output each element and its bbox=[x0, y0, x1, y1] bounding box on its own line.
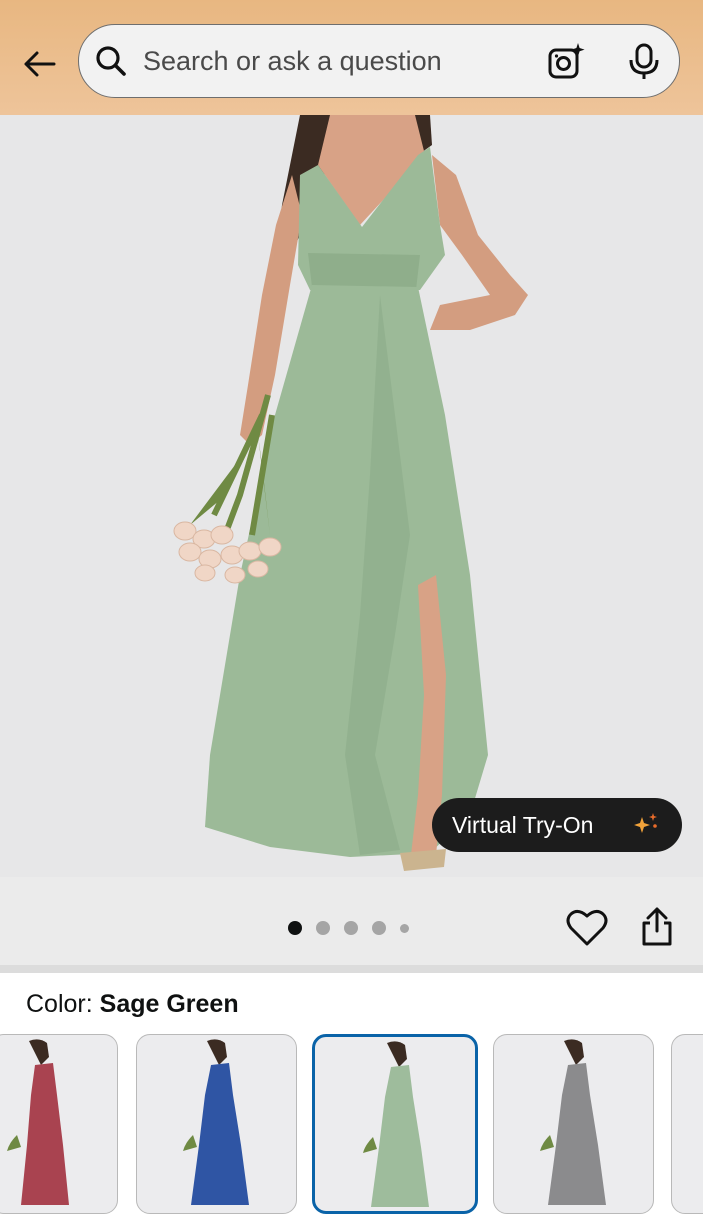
image-pagination-dots[interactable] bbox=[288, 921, 409, 935]
color-swatch-more[interactable] bbox=[671, 1034, 703, 1214]
pagination-dot[interactable] bbox=[400, 923, 409, 933]
top-header bbox=[0, 0, 703, 115]
swatch-image bbox=[540, 1039, 606, 1205]
camera-lens-icon[interactable] bbox=[547, 43, 585, 81]
color-swatch-sage-green[interactable] bbox=[312, 1034, 478, 1214]
share-icon[interactable] bbox=[640, 907, 674, 947]
pagination-dot[interactable] bbox=[344, 921, 358, 935]
pagination-dot[interactable] bbox=[316, 921, 330, 935]
swatch-image bbox=[183, 1039, 249, 1205]
search-icon bbox=[96, 46, 126, 76]
heart-icon[interactable] bbox=[566, 907, 608, 947]
virtual-try-on-button[interactable]: Virtual Try-On bbox=[432, 798, 682, 852]
back-arrow-icon bbox=[24, 51, 56, 77]
back-button[interactable] bbox=[14, 38, 64, 90]
color-swatch-blue[interactable] bbox=[136, 1034, 297, 1214]
color-swatch-red[interactable] bbox=[0, 1034, 118, 1214]
selected-color-name: Sage Green bbox=[99, 990, 239, 1018]
sparkle-icon bbox=[634, 813, 657, 833]
color-label-prefix: Color: bbox=[26, 990, 100, 1018]
color-label: Color: Sage Green bbox=[26, 990, 239, 1019]
microphone-icon[interactable] bbox=[627, 43, 661, 81]
image-actions-bar bbox=[0, 877, 703, 965]
swatch-image bbox=[7, 1039, 69, 1205]
product-image-gallery[interactable]: Virtual Try-On bbox=[0, 115, 703, 877]
section-divider bbox=[0, 965, 703, 973]
virtual-try-on-label: Virtual Try-On bbox=[452, 811, 594, 838]
swatch-image bbox=[363, 1041, 429, 1207]
search-input[interactable] bbox=[143, 43, 523, 79]
pagination-dot[interactable] bbox=[372, 921, 386, 935]
product-image bbox=[173, 115, 528, 871]
pagination-dot[interactable] bbox=[288, 921, 302, 935]
search-bar[interactable] bbox=[78, 24, 680, 98]
color-swatch-gray[interactable] bbox=[493, 1034, 654, 1214]
